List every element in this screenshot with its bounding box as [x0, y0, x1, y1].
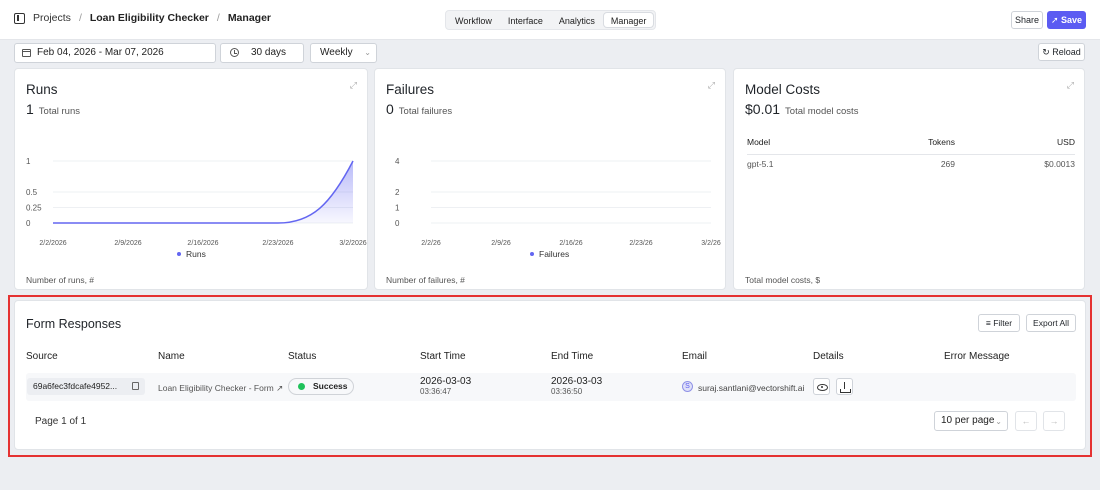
- tab-manager[interactable]: Manager: [603, 13, 654, 27]
- legend-label: Runs: [186, 249, 206, 259]
- date-range-value: Feb 04, 2026 - Mar 07, 2026: [37, 47, 164, 58]
- x-tick-label: 2/16/2026: [187, 240, 218, 247]
- tab-analytics[interactable]: Analytics: [552, 13, 602, 27]
- top-bar: Projects / Loan Eligibility Checker / Ma…: [0, 0, 1100, 40]
- reload-label: Reload: [1052, 47, 1081, 57]
- costs-title: Model Costs: [745, 82, 821, 97]
- save-button[interactable]: ➚ Save: [1047, 11, 1086, 29]
- x-tick-label: 3/2/26: [701, 240, 721, 247]
- legend-marker: [177, 252, 181, 256]
- y-tick-label: 0.25: [26, 204, 42, 213]
- tab-interface[interactable]: Interface: [501, 13, 550, 27]
- breadcrumb-current: Manager: [227, 12, 271, 24]
- share-button[interactable]: Share: [1011, 11, 1043, 29]
- clock-icon: [230, 48, 239, 57]
- x-tick-label: 2/2/26: [421, 240, 441, 247]
- costs-header-tokens: Tokens: [928, 137, 955, 147]
- failures-footer: Number of failures, #: [386, 275, 465, 285]
- days-value: 30 days: [251, 47, 287, 58]
- runs-chart: 0 0.25 0.5 1 2/2/2026 2/9/2026 2/16/2026 2/23/2…: [26, 157, 367, 259]
- interval-value: Weekly: [320, 47, 353, 58]
- costs-header-usd: USD: [1057, 137, 1075, 147]
- y-tick-label: 4: [395, 157, 400, 166]
- date-range-picker[interactable]: Feb 04, 2026 - Mar 07, 2026: [14, 43, 216, 63]
- costs-model: gpt-5.1: [747, 159, 774, 169]
- runs-footer: Number of runs, #: [26, 275, 95, 285]
- x-tick-label: 2/9/2026: [114, 240, 141, 247]
- view-tabs: Workflow Interface Analytics Manager: [445, 10, 657, 30]
- breadcrumb-project[interactable]: Loan Eligibility Checker: [90, 12, 209, 24]
- chevron-down-icon: ⌄: [364, 48, 371, 57]
- costs-tokens: 269: [940, 159, 955, 169]
- x-tick-label: 2/23/26: [629, 240, 652, 247]
- costs-summary: $0.01 Total model costs: [745, 101, 858, 117]
- y-tick-label: 1: [26, 157, 31, 166]
- model-costs-card: Model Costs $0.01 Total model costs ⤢ Mo…: [733, 68, 1085, 290]
- x-tick-label: 2/23/2026: [262, 240, 293, 247]
- days-select[interactable]: 30 days: [220, 43, 304, 63]
- interval-select[interactable]: Weekly ⌄: [310, 43, 377, 63]
- x-tick-label: 2/16/26: [559, 240, 582, 247]
- reload-button[interactable]: ↻ Reload: [1038, 43, 1085, 61]
- legend-label: Failures: [539, 249, 569, 259]
- rocket-icon: ➚: [1050, 15, 1061, 25]
- expand-icon[interactable]: ⤢: [1067, 80, 1074, 91]
- refresh-icon: ↻: [1042, 47, 1053, 57]
- calendar-icon: [22, 49, 31, 57]
- costs-header-model: Model: [747, 137, 771, 147]
- sidebar-toggle-icon[interactable]: [14, 12, 25, 24]
- costs-total-label: Total model costs: [785, 106, 859, 117]
- save-button-label: Save: [1061, 15, 1083, 25]
- tab-workflow[interactable]: Workflow: [448, 13, 499, 27]
- failures-chart: 0 1 2 4 2/2/26 2/9/26 2/16/26 2/23/26 3/2/26 Fail…: [395, 157, 721, 259]
- y-tick-label: 0: [395, 219, 400, 228]
- y-tick-label: 0: [26, 219, 31, 228]
- costs-total: $0.01: [745, 101, 781, 117]
- x-tick-label: 3/2/2026: [339, 240, 366, 247]
- y-tick-label: 0.5: [26, 188, 38, 197]
- runs-card: Runs 1 Total runs ⤢ 0 0.25 0.5 1 2/2/2026 2/9…: [14, 68, 368, 290]
- breadcrumb-separator: /: [216, 12, 220, 24]
- y-tick-label: 1: [395, 204, 400, 213]
- x-tick-label: 2/2/2026: [39, 240, 66, 247]
- costs-usd: $0.0013: [1044, 159, 1075, 169]
- costs-footer: Total model costs, $: [745, 275, 821, 285]
- x-tick-label: 2/9/26: [491, 240, 511, 247]
- breadcrumb-projects[interactable]: Projects: [33, 12, 71, 24]
- failures-card: Failures 0 Total failures ⤢ 0 1 2 4 2/2/26 2/…: [374, 68, 726, 290]
- breadcrumb-separator: /: [78, 12, 82, 24]
- y-tick-label: 2: [395, 188, 400, 197]
- legend-marker: [530, 252, 534, 256]
- costs-table-header: Model Tokens USD: [747, 137, 1075, 155]
- highlight-frame: [8, 295, 1092, 457]
- breadcrumb: Projects / Loan Eligibility Checker / Ma…: [14, 12, 271, 24]
